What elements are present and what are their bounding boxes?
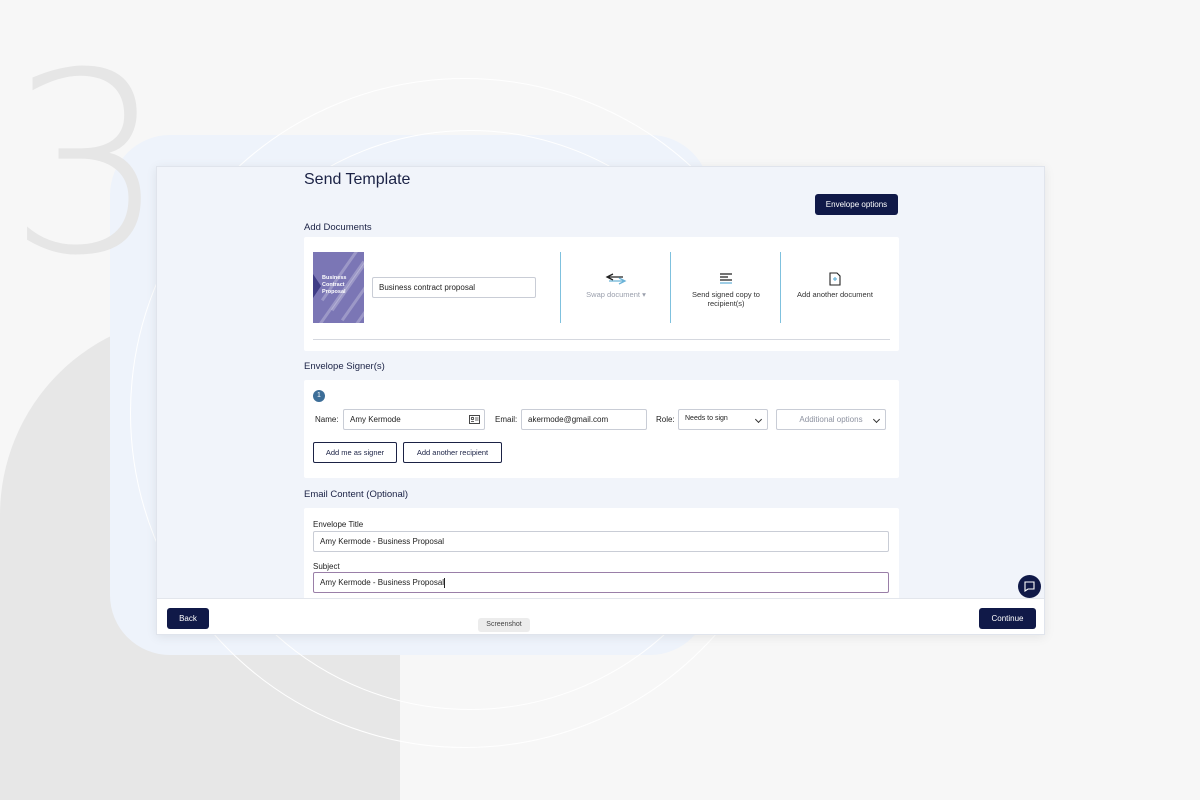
add-documents-label: Add Documents xyxy=(304,222,372,233)
role-value: Needs to sign xyxy=(685,415,728,422)
documents-card: Business Contract Proposal Business cont… xyxy=(304,237,899,351)
subject-value: Amy Kermode - Business Proposal xyxy=(320,578,445,588)
footer-bar: Back Screenshot Continue xyxy=(157,598,1044,634)
swap-document-label: Swap document xyxy=(586,290,640,299)
text-caret xyxy=(444,578,446,588)
add-another-document-label: Add another document xyxy=(797,290,873,299)
envelope-options-button[interactable]: Envelope options xyxy=(815,194,898,215)
email-content-label: Email Content (Optional) xyxy=(304,489,409,500)
continue-button[interactable]: Continue xyxy=(979,608,1036,629)
signers-card: 1 Name: Amy Kermode Email: akermode@gmai… xyxy=(304,380,899,478)
additional-options-select[interactable]: Additional options xyxy=(776,409,886,430)
send-signed-copy-label: Send signed copy to recipient(s) xyxy=(692,290,760,308)
envelope-title-label: Envelope Title xyxy=(313,520,364,529)
additional-options-label: Additional options xyxy=(799,415,863,424)
add-me-as-signer-button[interactable]: Add me as signer xyxy=(313,442,397,463)
chat-button[interactable] xyxy=(1018,575,1041,598)
add-document-icon xyxy=(829,272,841,286)
signer-index-badge: 1 xyxy=(313,390,325,402)
envelope-title-input[interactable]: Amy Kermode - Business Proposal xyxy=(313,531,889,552)
divider xyxy=(670,252,671,323)
name-value: Amy Kermode xyxy=(350,415,401,424)
page-title: Send Template xyxy=(304,171,411,188)
step-number: 3 xyxy=(8,19,168,310)
swap-document-button[interactable]: Swap document ▾ xyxy=(574,272,658,299)
chevron-down-icon: ▾ xyxy=(642,290,646,299)
subject-label: Subject xyxy=(313,562,340,571)
screenshot-tag: Screenshot xyxy=(478,618,530,632)
document-name-input[interactable]: Business contract proposal xyxy=(372,277,536,298)
email-label: Email: xyxy=(495,415,518,424)
email-card: Envelope Title Amy Kermode - Business Pr… xyxy=(304,508,899,608)
email-input[interactable]: akermode@gmail.com xyxy=(521,409,647,430)
role-select[interactable]: Needs to sign xyxy=(678,409,768,430)
thumbnail-title: Business Contract Proposal xyxy=(322,275,347,295)
divider xyxy=(313,339,890,340)
swap-arrows-icon xyxy=(605,273,627,285)
chevron-down-icon xyxy=(872,415,881,424)
app-window: Send Template Envelope options Add Docum… xyxy=(156,166,1045,635)
envelope-signers-label: Envelope Signer(s) xyxy=(304,361,385,372)
add-another-recipient-button[interactable]: Add another recipient xyxy=(403,442,502,463)
divider xyxy=(780,252,781,323)
add-another-document-button[interactable]: Add another document xyxy=(790,272,880,299)
back-button[interactable]: Back xyxy=(167,608,209,629)
chevron-down-icon xyxy=(754,415,763,424)
name-input[interactable]: Amy Kermode xyxy=(343,409,485,430)
document-thumbnail[interactable]: Business Contract Proposal xyxy=(313,252,364,323)
role-label: Role: xyxy=(656,415,675,424)
name-label: Name: xyxy=(315,415,339,424)
send-signed-copy-button[interactable]: Send signed copy to recipient(s) xyxy=(684,272,768,308)
subject-input[interactable]: Amy Kermode - Business Proposal xyxy=(313,572,889,593)
divider xyxy=(560,252,561,323)
text-lines-icon xyxy=(720,273,732,284)
chat-icon xyxy=(1024,581,1035,592)
contact-card-icon[interactable] xyxy=(469,414,480,425)
